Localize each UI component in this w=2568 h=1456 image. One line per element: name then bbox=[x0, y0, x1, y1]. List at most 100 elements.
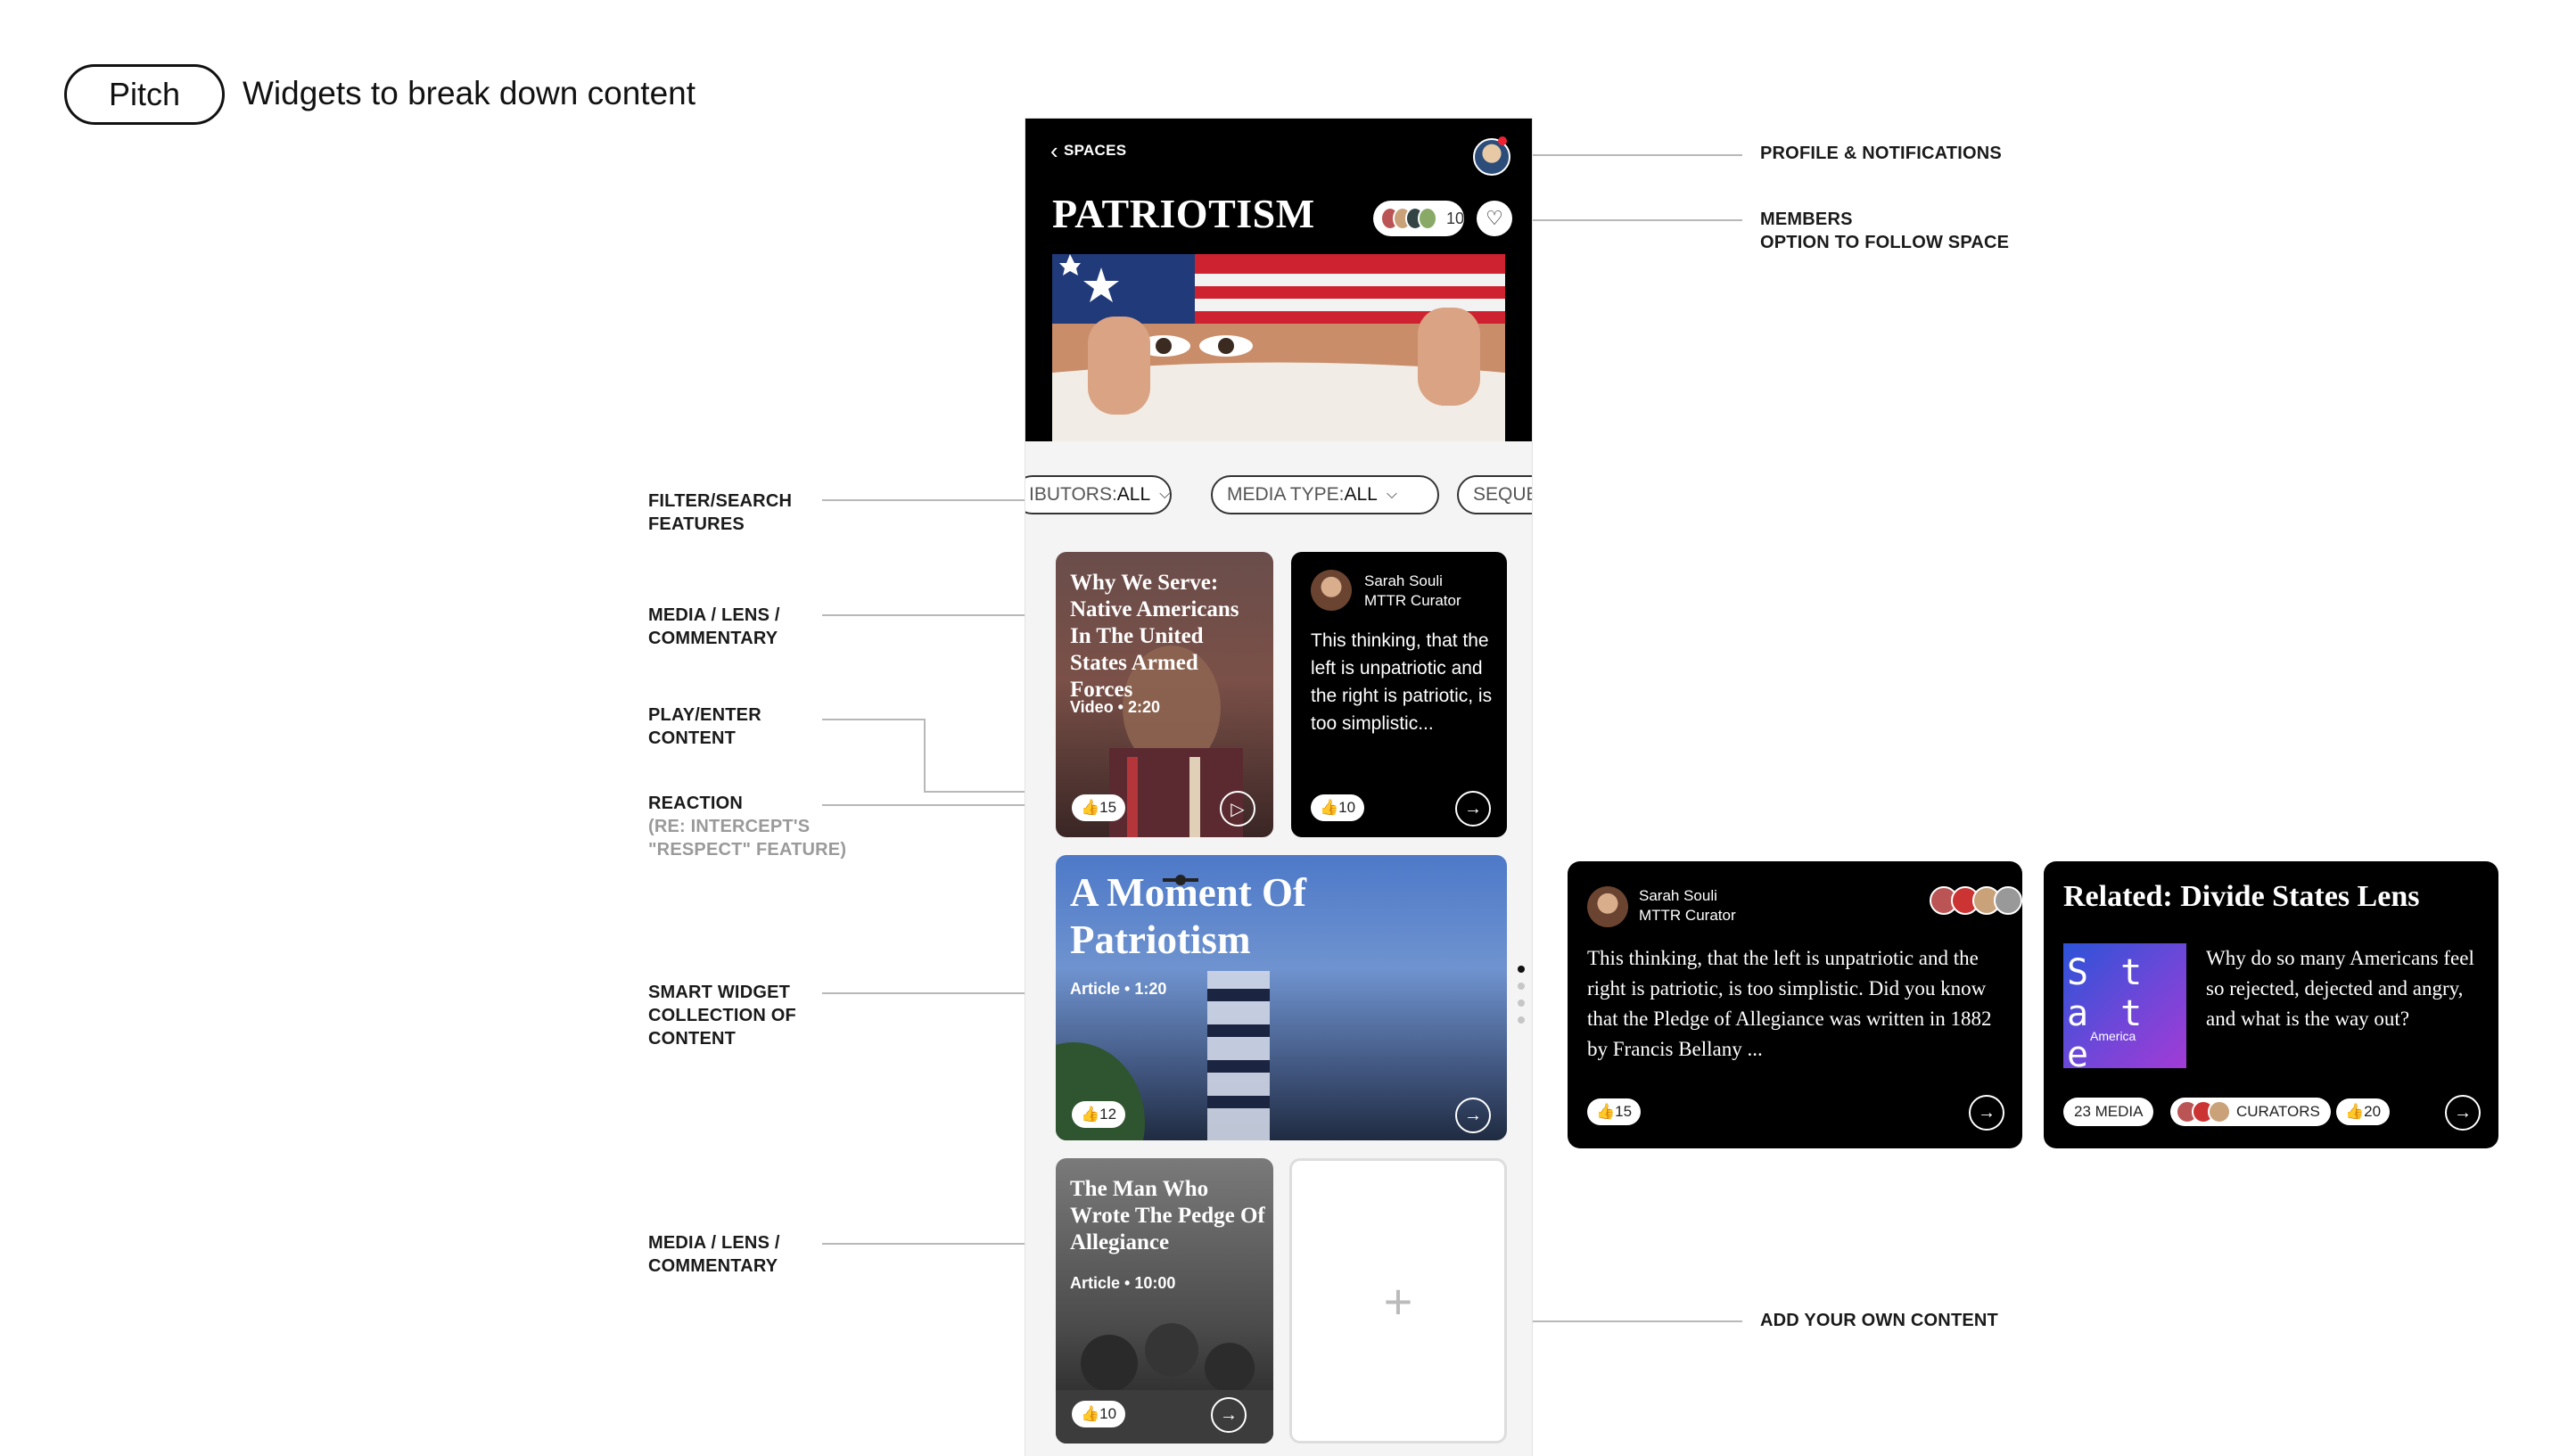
enter-button[interactable]: → bbox=[1455, 1098, 1491, 1133]
flag-eyes-illustration bbox=[1052, 254, 1505, 441]
thumbs-up-icon: 👍 bbox=[1081, 1106, 1100, 1123]
reaction-button[interactable]: 👍 15 bbox=[1587, 1098, 1642, 1125]
card-title: Why We Serve: Native Americans In The Un… bbox=[1070, 571, 1239, 702]
follow-heart-button[interactable]: ♡ bbox=[1477, 201, 1512, 236]
play-icon: ▷ bbox=[1230, 799, 1245, 819]
annotation-text: COMMENTARY bbox=[648, 1256, 778, 1276]
members-button[interactable]: 10 bbox=[1373, 201, 1464, 236]
play-button[interactable]: ▷ bbox=[1220, 791, 1255, 827]
annotation-text: MEMBERS bbox=[1760, 210, 1853, 229]
curator-role: MTTR Curator bbox=[1639, 907, 1736, 924]
phone-screen: ‹ SPACES PATRIOTISM 10 ♡ IBUTORS: ALL ⌵ … bbox=[1025, 119, 1532, 1456]
carousel-dot[interactable] bbox=[1518, 966, 1525, 973]
annotation-text: FILTER/SEARCH bbox=[648, 491, 793, 511]
thumbs-up-icon: 👍 bbox=[1596, 1103, 1616, 1120]
annotation-text: (RE: INTERCEPT'S bbox=[648, 817, 811, 836]
annotation-text: PLAY/ENTER bbox=[648, 705, 761, 725]
commentary-widget-expanded[interactable]: Sarah Souli MTTR Curator This thinking, … bbox=[1568, 861, 2022, 1148]
media-card-video[interactable]: Why We Serve: Native Americans In The Un… bbox=[1056, 552, 1273, 837]
media-card-article[interactable]: The Man Who Wrote The Pedge Of Allegianc… bbox=[1056, 1158, 1273, 1444]
media-count-tag: 23 MEDIA bbox=[2063, 1098, 2154, 1126]
space-title: PATRIOTISM bbox=[1052, 191, 1315, 236]
connector-line bbox=[822, 1243, 1025, 1245]
carousel-indicator[interactable] bbox=[1518, 966, 1525, 1033]
member-count: 10 bbox=[1445, 209, 1464, 227]
plus-icon: + bbox=[1383, 1272, 1413, 1329]
arrow-right-icon: → bbox=[2454, 1102, 2472, 1123]
carousel-dot[interactable] bbox=[1518, 1016, 1525, 1024]
arrow-right-icon: → bbox=[1464, 798, 1482, 818]
commentary-card[interactable]: Sarah Souli MTTR Curator This thinking, … bbox=[1291, 552, 1507, 837]
annotation-text: COMMENTARY bbox=[648, 629, 778, 648]
annotation-text: FEATURES bbox=[648, 514, 745, 534]
hero-image bbox=[1052, 254, 1505, 441]
lens-widget[interactable]: Related: Divide States Lens S t a t e Am… bbox=[2044, 861, 2498, 1148]
reaction-count: 15 bbox=[1099, 799, 1117, 816]
carousel-dot[interactable] bbox=[1518, 983, 1525, 990]
lens-description: Why do so many Americans feel so rejecte… bbox=[2206, 947, 2474, 1030]
reaction-button[interactable]: 👍 15 bbox=[1072, 794, 1126, 821]
reaction-count: 20 bbox=[2364, 1103, 2382, 1120]
curator-avatar bbox=[2208, 1100, 2231, 1123]
annotation-smart-widget: SMART WIDGET COLLECTION OF CONTENT bbox=[648, 981, 796, 1050]
add-content-button[interactable]: + bbox=[1289, 1158, 1507, 1444]
carousel-dot[interactable] bbox=[1518, 999, 1525, 1007]
connector-line bbox=[924, 719, 926, 793]
reaction-button[interactable]: 👍 12 bbox=[1072, 1101, 1126, 1128]
curator-name: Sarah Souli bbox=[1364, 572, 1443, 589]
enter-button[interactable]: → bbox=[1211, 1397, 1247, 1433]
filter-label: MEDIA TYPE: bbox=[1227, 484, 1345, 505]
filter-label: IBUTORS: bbox=[1029, 484, 1117, 505]
thumbnail-caption: America bbox=[2090, 1029, 2136, 1043]
connector-line bbox=[1532, 219, 1742, 221]
annotation-text: MEDIA / LENS / bbox=[648, 605, 780, 625]
arrow-right-icon: → bbox=[1978, 1102, 1996, 1123]
heart-icon: ♡ bbox=[1486, 207, 1503, 229]
member-avatar bbox=[1994, 886, 2022, 915]
annotation-text: SMART WIDGET bbox=[648, 983, 791, 1002]
curator-avatar bbox=[1587, 886, 1628, 927]
annotation-members: MEMBERS OPTION TO FOLLOW SPACE bbox=[1760, 208, 2009, 254]
thumbs-up-icon: 👍 bbox=[2345, 1103, 2365, 1120]
arrow-right-icon: → bbox=[1464, 1105, 1482, 1125]
smart-widget-card[interactable]: A Moment Of Patriotism Article • 1:20 👍 1… bbox=[1056, 855, 1507, 1140]
filter-sequence[interactable]: SEQUE bbox=[1457, 475, 1532, 514]
thumbs-up-icon: 👍 bbox=[1320, 799, 1339, 816]
annotation-text: COLLECTION OF bbox=[648, 1006, 796, 1025]
reaction-button[interactable]: 👍 10 bbox=[1311, 794, 1365, 821]
commentary-text: This thinking, that the left is unpatrio… bbox=[1311, 630, 1493, 734]
curator-role: MTTR Curator bbox=[1364, 592, 1461, 609]
connector-line bbox=[822, 614, 1025, 616]
notification-dot bbox=[1498, 136, 1507, 145]
thumbs-up-icon: 👍 bbox=[1081, 1405, 1100, 1422]
annotation-text: REACTION bbox=[648, 794, 744, 813]
enter-button[interactable]: → bbox=[1969, 1095, 2004, 1131]
curators-tag[interactable]: CURATORS bbox=[2170, 1098, 2331, 1126]
card-meta: Article • 1:20 bbox=[1070, 980, 1167, 998]
filter-value: ALL bbox=[1116, 484, 1151, 505]
annotation-filter: FILTER/SEARCH FEATURES bbox=[648, 489, 792, 536]
filter-label: SEQUE bbox=[1473, 484, 1532, 505]
member-avatars bbox=[1930, 886, 2022, 915]
back-button[interactable]: ‹ SPACES bbox=[1050, 137, 1126, 164]
curator-info: Sarah Souli MTTR Curator bbox=[1639, 886, 1736, 925]
connector-line bbox=[924, 791, 1025, 793]
annotation-text: "RESPECT" FEATURE) bbox=[648, 840, 847, 860]
arrow-right-icon: → bbox=[1220, 1404, 1238, 1425]
chevron-left-icon: ‹ bbox=[1050, 137, 1058, 164]
connector-line bbox=[822, 719, 926, 720]
enter-button[interactable]: → bbox=[1455, 791, 1491, 827]
annotation-text: CONTENT bbox=[648, 728, 737, 748]
reaction-button[interactable]: 👍 20 bbox=[2336, 1098, 2391, 1125]
filter-media-type[interactable]: MEDIA TYPE: ALL ⌵ bbox=[1211, 475, 1439, 514]
reaction-count: 15 bbox=[1615, 1103, 1633, 1120]
filter-contributors[interactable]: IBUTORS: ALL ⌵ bbox=[1025, 475, 1172, 514]
reaction-button[interactable]: 👍 10 bbox=[1072, 1401, 1126, 1427]
card-title: The Man Who Wrote The Pedge Of Allegianc… bbox=[1070, 1177, 1265, 1254]
annotation-text: OPTION TO FOLLOW SPACE bbox=[1760, 233, 2010, 252]
card-meta: Article • 10:00 bbox=[1070, 1274, 1176, 1292]
connector-line bbox=[1532, 1320, 1742, 1322]
reaction-count: 10 bbox=[1099, 1405, 1117, 1422]
enter-button[interactable]: → bbox=[2445, 1095, 2481, 1131]
curator-name: Sarah Souli bbox=[1639, 887, 1717, 904]
